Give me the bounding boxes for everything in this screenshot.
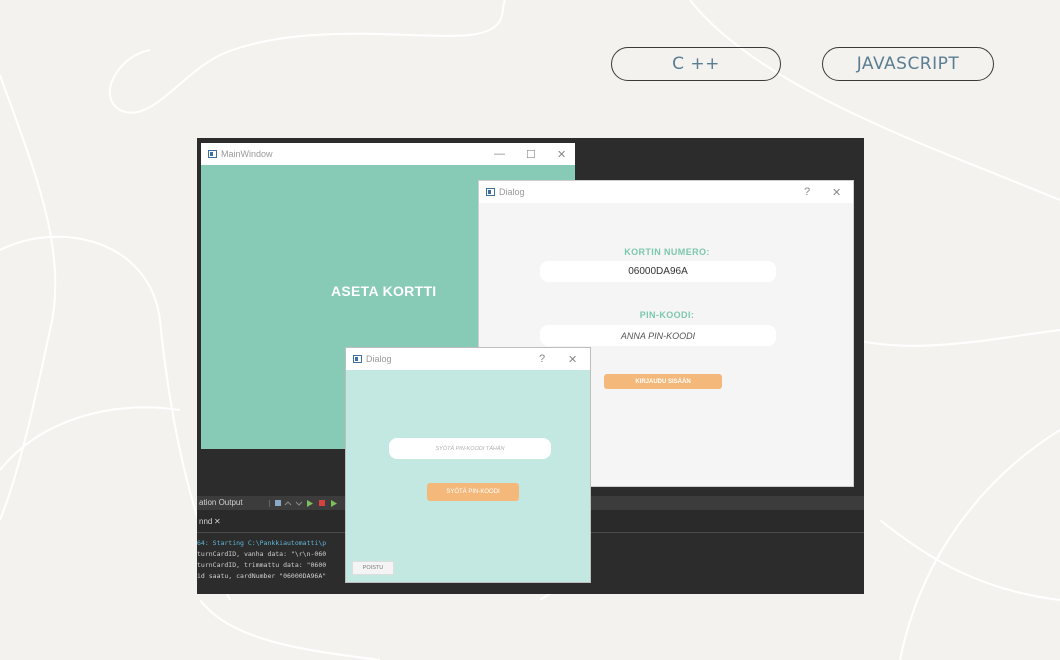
pin-dialog-titlebar: Dialog ? ✕ — [346, 348, 590, 370]
ide-tab-close-icon[interactable]: ✕ — [214, 517, 221, 526]
help-icon[interactable]: ? — [539, 348, 545, 370]
pin-code-label: PIN-KOODI: — [639, 310, 695, 320]
exit-button[interactable]: POISTU — [352, 561, 394, 575]
close-icon[interactable]: ✕ — [557, 143, 566, 165]
output-panel-label: ation Output — [199, 498, 243, 507]
pin-entry-dialog: Dialog ? ✕ SYÖTÄ PIN-KOODI TÄHÄN SYÖTÄ P… — [345, 347, 591, 583]
maximize-icon[interactable]: ☐ — [526, 143, 536, 165]
card-number-label: KORTIN NUMERO: — [624, 247, 710, 257]
card-dialog-titlebar: Dialog ? ✕ — [479, 181, 853, 203]
login-button[interactable]: KIRJAUDU SISÄÄN — [604, 374, 722, 389]
close-icon[interactable]: ✕ — [568, 348, 577, 370]
app-window-icon — [486, 188, 495, 196]
minimize-icon[interactable]: — — [494, 143, 505, 165]
cpp-link-button[interactable]: C ++ — [611, 47, 781, 81]
app-screenshot: MainWindow — ☐ ✕ ASETA KORTTI ation Outp… — [197, 138, 864, 594]
javascript-link-button[interactable]: JAVASCRIPT — [822, 47, 994, 81]
pin-dialog-title: Dialog — [366, 354, 392, 364]
ide-tab-label[interactable]: nnd — [199, 517, 212, 526]
help-icon[interactable]: ? — [804, 181, 810, 203]
main-window-title: MainWindow — [221, 149, 273, 159]
insert-card-heading: ASETA KORTTI — [331, 283, 437, 299]
close-icon[interactable]: ✕ — [832, 181, 841, 203]
card-dialog-title: Dialog — [499, 187, 525, 197]
submit-pin-button[interactable]: SYÖTÄ PIN-KOODI — [427, 483, 519, 501]
pin-input-field[interactable]: SYÖTÄ PIN-KOODI TÄHÄN — [389, 438, 551, 459]
main-window-titlebar: MainWindow — ☐ ✕ — [201, 143, 575, 165]
app-window-icon — [353, 355, 362, 363]
app-window-icon — [208, 150, 217, 158]
pin-code-field[interactable]: ANNA PIN-KOODI — [540, 325, 776, 346]
card-number-field[interactable]: 06000DA96A — [540, 261, 776, 282]
